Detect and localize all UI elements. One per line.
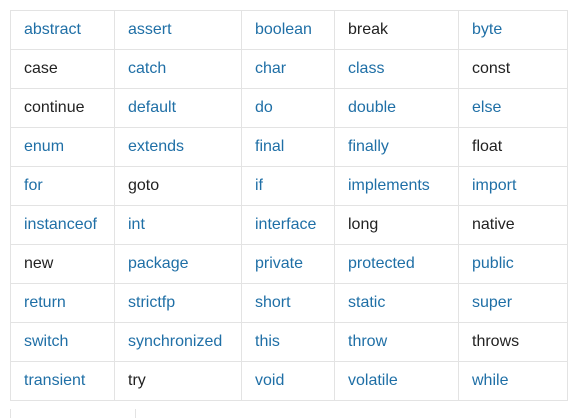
keyword-link-cell[interactable]: return: [10, 283, 115, 323]
keyword-link-cell[interactable]: import: [458, 166, 568, 206]
keyword-cell: try: [114, 361, 242, 401]
keyword-link-cell[interactable]: synchronized: [114, 322, 242, 362]
keyword-cell: const: [458, 49, 568, 89]
keyword-link-cell[interactable]: final: [241, 127, 335, 167]
keyword-link-cell[interactable]: public: [458, 244, 568, 284]
keyword-link-cell[interactable]: static: [334, 283, 459, 323]
keyword-link-cell[interactable]: switch: [10, 322, 115, 362]
keyword-cell: case: [10, 49, 115, 89]
keyword-link-cell[interactable]: strictfp: [114, 283, 242, 323]
keyword-cell: continue: [10, 88, 115, 128]
table-row: new package private protected public: [10, 244, 568, 284]
keyword-cell: new: [10, 244, 115, 284]
keyword-cell: throws: [458, 322, 568, 362]
keyword-cell: goto: [114, 166, 242, 206]
keyword-link-cell[interactable]: volatile: [334, 361, 459, 401]
keyword-link-cell[interactable]: if: [241, 166, 335, 206]
keywords-table-body: abstract assert boolean break byte case catch c…: [10, 10, 568, 401]
keyword-link-cell[interactable]: protected: [334, 244, 459, 284]
keyword-link-cell[interactable]: super: [458, 283, 568, 323]
keyword-link-cell[interactable]: short: [241, 283, 335, 323]
keyword-link-cell[interactable]: throw: [334, 322, 459, 362]
keyword-link-cell[interactable]: while: [458, 361, 568, 401]
keyword-link-cell[interactable]: package: [114, 244, 242, 284]
keyword-cell: native: [458, 205, 568, 245]
keyword-link-cell[interactable]: void: [241, 361, 335, 401]
table-row: for goto if implements import: [10, 166, 568, 206]
table-row: return strictfp short static super: [10, 283, 568, 323]
keyword-link-cell[interactable]: else: [458, 88, 568, 128]
keyword-link-cell[interactable]: assert: [114, 10, 242, 50]
next-row-cell-stub: [10, 409, 136, 418]
keyword-link-cell[interactable]: for: [10, 166, 115, 206]
table-row: transient try void volatile while: [10, 361, 568, 401]
table-row: case catch char class const: [10, 49, 568, 89]
table-row: instanceof int interface long native: [10, 205, 568, 245]
keyword-link-cell[interactable]: catch: [114, 49, 242, 89]
keyword-link-cell[interactable]: this: [241, 322, 335, 362]
keyword-link-cell[interactable]: extends: [114, 127, 242, 167]
keyword-link-cell[interactable]: default: [114, 88, 242, 128]
keyword-link-cell[interactable]: finally: [334, 127, 459, 167]
keyword-cell: long: [334, 205, 459, 245]
keyword-link-cell[interactable]: byte: [458, 10, 568, 50]
keyword-link-cell[interactable]: double: [334, 88, 459, 128]
table-row: enum extends final finally float: [10, 127, 568, 167]
keyword-link-cell[interactable]: instanceof: [10, 205, 115, 245]
keyword-link-cell[interactable]: do: [241, 88, 335, 128]
keyword-link-cell[interactable]: int: [114, 205, 242, 245]
keyword-link-cell[interactable]: interface: [241, 205, 335, 245]
keywords-table: abstract assert boolean break byte case catch c…: [10, 10, 568, 401]
table-row: abstract assert boolean break byte: [10, 10, 568, 50]
keyword-link-cell[interactable]: enum: [10, 127, 115, 167]
keyword-link-cell[interactable]: abstract: [10, 10, 115, 50]
keyword-link-cell[interactable]: class: [334, 49, 459, 89]
keyword-link-cell[interactable]: private: [241, 244, 335, 284]
keyword-link-cell[interactable]: transient: [10, 361, 115, 401]
keyword-cell: float: [458, 127, 568, 167]
table-row: continue default do double else: [10, 88, 568, 128]
keyword-link-cell[interactable]: char: [241, 49, 335, 89]
keyword-link-cell[interactable]: boolean: [241, 10, 335, 50]
table-row: switch synchronized this throw throws: [10, 322, 568, 362]
keyword-cell: break: [334, 10, 459, 50]
keyword-link-cell[interactable]: implements: [334, 166, 459, 206]
